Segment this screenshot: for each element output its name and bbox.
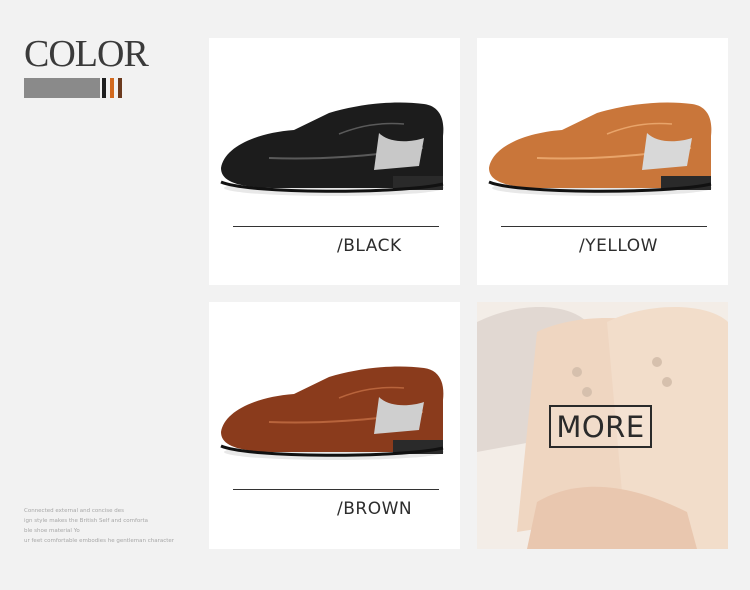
heading-bar	[24, 78, 100, 98]
color-label-yellow: /YELLOW	[579, 236, 658, 256]
stripe-brown	[118, 78, 122, 98]
color-label-black: /BLACK	[337, 236, 402, 256]
color-label-brown: /BROWN	[337, 499, 413, 519]
product-card-black[interactable]: /BLACK	[209, 38, 460, 285]
product-card-yellow[interactable]: /YELLOW	[477, 38, 728, 285]
product-card-brown[interactable]: /BROWN	[209, 302, 460, 549]
shoe-image-black	[220, 102, 444, 196]
divider-rule	[501, 226, 707, 227]
description-line: ble shoe material Yo	[24, 528, 80, 534]
description-line: Connected external and concise des	[24, 508, 125, 514]
divider-rule	[233, 489, 439, 490]
more-card[interactable]: MORE	[477, 302, 728, 549]
divider-rule	[233, 226, 439, 227]
shoe-image-yellow	[488, 102, 712, 196]
description-line: ign style makes the British Self and com…	[24, 518, 149, 524]
heading-title: COLOR	[24, 33, 149, 75]
description-text: Connected external and concise des ign s…	[24, 506, 194, 546]
stripe-orange	[110, 78, 114, 98]
description-line: ur feet comfortable embodies he gentlema…	[24, 538, 175, 544]
more-button[interactable]: MORE	[549, 405, 652, 448]
shoe-image-brown	[220, 366, 444, 460]
stripe-black	[102, 78, 106, 98]
